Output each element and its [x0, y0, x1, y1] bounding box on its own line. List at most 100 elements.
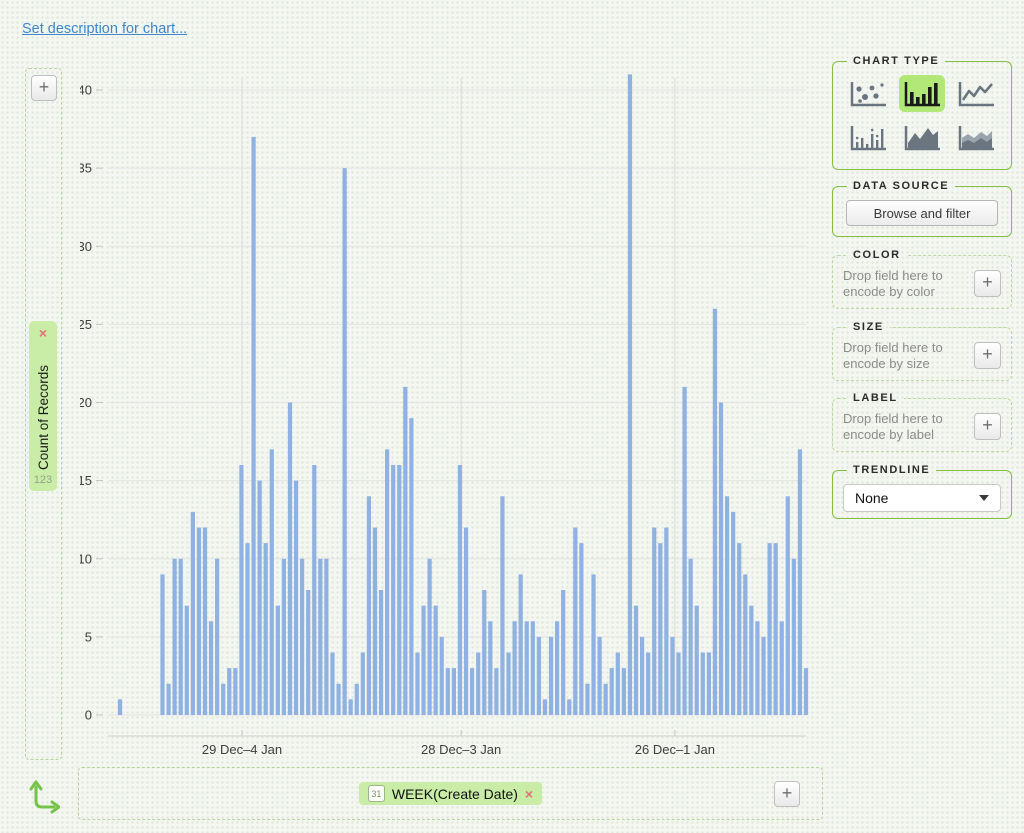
- bar[interactable]: [391, 465, 395, 715]
- bar[interactable]: [610, 668, 614, 715]
- bar[interactable]: [282, 559, 286, 715]
- bar[interactable]: [379, 590, 383, 715]
- bar[interactable]: [373, 528, 377, 716]
- bar[interactable]: [446, 668, 450, 715]
- bar[interactable]: [403, 387, 407, 715]
- bar[interactable]: [415, 653, 419, 716]
- bar[interactable]: [349, 699, 353, 715]
- bar[interactable]: [288, 403, 292, 716]
- bar[interactable]: [537, 637, 541, 715]
- bar[interactable]: [561, 590, 565, 715]
- bar[interactable]: [585, 684, 589, 715]
- bar[interactable]: [774, 543, 778, 715]
- bar[interactable]: [191, 512, 195, 715]
- bar[interactable]: [215, 559, 219, 715]
- bar[interactable]: [166, 684, 170, 715]
- chart-type-option-bar[interactable]: [899, 75, 945, 112]
- bar[interactable]: [670, 637, 674, 715]
- bar[interactable]: [324, 559, 328, 715]
- bar[interactable]: [506, 653, 510, 716]
- bar[interactable]: [658, 543, 662, 715]
- bar[interactable]: [488, 621, 492, 715]
- bar[interactable]: [525, 621, 529, 715]
- bar[interactable]: [755, 621, 759, 715]
- bar[interactable]: [355, 684, 359, 715]
- bar[interactable]: [767, 543, 771, 715]
- bar[interactable]: [343, 168, 347, 715]
- y-axis-add-field-button[interactable]: +: [31, 75, 57, 101]
- bar[interactable]: [367, 496, 371, 715]
- bar[interactable]: [294, 481, 298, 715]
- bar[interactable]: [264, 543, 268, 715]
- bar[interactable]: [628, 74, 632, 715]
- bar[interactable]: [464, 528, 468, 716]
- bar[interactable]: [707, 653, 711, 716]
- bar[interactable]: [276, 606, 280, 715]
- bar[interactable]: [330, 653, 334, 716]
- bar[interactable]: [312, 465, 316, 715]
- bar[interactable]: [458, 465, 462, 715]
- chart-type-option-histogram[interactable]: [845, 119, 891, 156]
- bar[interactable]: [701, 653, 705, 716]
- bar[interactable]: [786, 496, 790, 715]
- bar[interactable]: [531, 621, 535, 715]
- bar[interactable]: [573, 528, 577, 716]
- bar[interactable]: [209, 621, 213, 715]
- bar[interactable]: [336, 684, 340, 715]
- bar[interactable]: [713, 309, 717, 715]
- bar[interactable]: [397, 465, 401, 715]
- bar[interactable]: [737, 543, 741, 715]
- bar[interactable]: [761, 637, 765, 715]
- remove-field-icon[interactable]: ×: [525, 786, 533, 802]
- x-axis-field-pill[interactable]: 31 WEEK(Create Date) ×: [359, 782, 542, 805]
- bar[interactable]: [719, 403, 723, 716]
- trendline-select[interactable]: None: [843, 484, 1001, 512]
- chart-type-option-scatter[interactable]: [845, 75, 891, 112]
- swap-axes-icon[interactable]: [26, 778, 60, 821]
- color-add-field-button[interactable]: +: [974, 270, 1001, 297]
- bar[interactable]: [634, 606, 638, 715]
- bar[interactable]: [421, 606, 425, 715]
- bar[interactable]: [227, 668, 231, 715]
- bar[interactable]: [428, 559, 432, 715]
- label-add-field-button[interactable]: +: [974, 413, 1001, 440]
- bar[interactable]: [440, 637, 444, 715]
- bar[interactable]: [185, 606, 189, 715]
- bar[interactable]: [233, 668, 237, 715]
- bar[interactable]: [409, 418, 413, 715]
- bar[interactable]: [361, 653, 365, 716]
- bar-chart-svg[interactable]: 051015202530354029 Dec–4 Jan28 Dec–3 Jan…: [80, 70, 820, 770]
- label-encode-section[interactable]: LABEL Drop field here to encode by label…: [832, 392, 1012, 452]
- bar[interactable]: [676, 653, 680, 716]
- bar[interactable]: [434, 606, 438, 715]
- bar[interactable]: [664, 528, 668, 716]
- size-add-field-button[interactable]: +: [974, 342, 1001, 369]
- bar[interactable]: [743, 574, 747, 715]
- chart-type-option-line[interactable]: [953, 75, 999, 112]
- bar[interactable]: [804, 668, 808, 715]
- bar[interactable]: [470, 668, 474, 715]
- bar[interactable]: [731, 512, 735, 715]
- chart-type-option-stacked-area[interactable]: [953, 119, 999, 156]
- bar[interactable]: [549, 637, 553, 715]
- bar[interactable]: [616, 653, 620, 716]
- bar[interactable]: [179, 559, 183, 715]
- bar[interactable]: [306, 590, 310, 715]
- bar[interactable]: [513, 621, 517, 715]
- bar[interactable]: [798, 449, 802, 715]
- bar[interactable]: [555, 621, 559, 715]
- bar[interactable]: [543, 699, 547, 715]
- bar[interactable]: [749, 606, 753, 715]
- bar[interactable]: [385, 449, 389, 715]
- bar[interactable]: [604, 684, 608, 715]
- bar[interactable]: [695, 606, 699, 715]
- bar[interactable]: [118, 699, 122, 715]
- bar[interactable]: [239, 465, 243, 715]
- bar[interactable]: [725, 496, 729, 715]
- bar[interactable]: [567, 699, 571, 715]
- y-axis-field-pill[interactable]: × Count of Records 123: [29, 321, 57, 491]
- bar[interactable]: [251, 137, 255, 715]
- bar[interactable]: [792, 559, 796, 715]
- bar[interactable]: [270, 449, 274, 715]
- bar[interactable]: [591, 574, 595, 715]
